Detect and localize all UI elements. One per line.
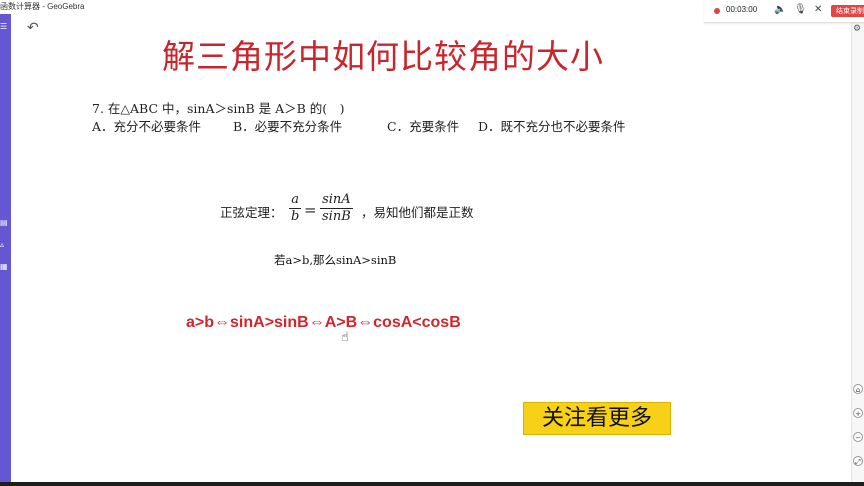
menu-icon[interactable]: ☰ xyxy=(0,22,11,32)
mic-icon[interactable]: 🎙 xyxy=(794,4,807,15)
undo-icon[interactable]: ↶ xyxy=(27,20,39,36)
option-d: D．既不充分也不必要条件 xyxy=(478,119,626,134)
fraction-right-numerator: sinA xyxy=(322,192,351,207)
close-icon[interactable]: ✕ xyxy=(814,4,822,15)
slide-title: 解三角形中如何比较角的大小 xyxy=(162,37,604,76)
option-c: C．充要条件 xyxy=(387,119,460,134)
follow-button[interactable]: 关注看更多 xyxy=(523,402,671,435)
option-a: A．充分不必要条件 xyxy=(92,119,202,134)
equivalence-chain: a>b⇔sinA>sinB⇔A>B⇔cosA<cosB xyxy=(186,314,461,331)
tool-icon-2[interactable]: ▵ xyxy=(0,240,11,250)
left-toolbar: ☰ ▤ ▵ ▦ xyxy=(0,14,11,486)
zoom-out-icon[interactable]: − xyxy=(853,432,863,442)
gear-icon[interactable]: ⚙ xyxy=(853,24,861,34)
home-view-icon[interactable]: ⌂ xyxy=(853,384,863,394)
zoom-in-icon[interactable]: + xyxy=(853,408,863,418)
fullscreen-icon[interactable]: ⤢ xyxy=(853,456,863,466)
note-text: 若a>b,那么sinA>sinB xyxy=(274,253,397,267)
recorder-bar: 00:03:00 🔈 🎙 ✕ 结束录制 xyxy=(704,0,864,23)
speaker-icon[interactable]: 🔈 xyxy=(774,4,786,15)
window-title: 函数计算器 - GeoGebra xyxy=(0,2,85,11)
fraction-left-numerator: a xyxy=(291,192,300,207)
question-text: 7. 在△ABC 中，sinA＞sinB 是 A＞B 的( ) xyxy=(92,101,345,116)
taskbar-edge xyxy=(0,482,864,486)
hand-cursor-icon: ☝ xyxy=(341,330,349,345)
fraction-right: sinA sinB xyxy=(320,192,353,225)
sine-rule-suffix: ，易知他们都是正数 xyxy=(361,205,474,220)
fraction-left: a b xyxy=(289,192,302,225)
equals-sign: = xyxy=(304,201,317,219)
fraction-right-denominator: sinB xyxy=(320,208,353,224)
sine-rule-label: 正弦定理： xyxy=(220,205,283,220)
end-recording-button[interactable]: 结束录制 xyxy=(831,5,864,17)
right-toolbar: ⚙ ⌂ + − ⤢ xyxy=(851,14,864,486)
tool-icon-3[interactable]: ▦ xyxy=(0,262,11,272)
option-b: B．必要不充分条件 xyxy=(233,119,343,134)
fraction-left-denominator: b xyxy=(289,208,302,224)
tool-icon-1[interactable]: ▤ xyxy=(0,218,11,228)
graphics-canvas[interactable] xyxy=(11,14,852,486)
record-indicator-icon xyxy=(714,8,720,14)
recording-time: 00:03:00 xyxy=(726,5,758,14)
